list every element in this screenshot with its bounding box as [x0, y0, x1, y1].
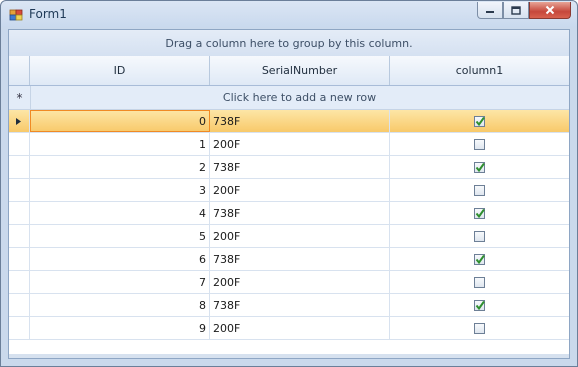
minimize-button[interactable]	[477, 2, 503, 19]
table-row[interactable]: 2 738F	[9, 156, 569, 179]
checkbox[interactable]	[474, 138, 485, 150]
cell-column1	[390, 248, 569, 270]
cell-column1	[390, 179, 569, 201]
window-title: Form1	[29, 7, 67, 21]
column-header-row: ID SerialNumber column1	[9, 56, 569, 86]
row-pointer-icon	[16, 117, 21, 125]
cell-serialnumber[interactable]: 200F	[210, 225, 390, 247]
cell-serialnumber[interactable]: 738F	[210, 294, 390, 316]
cell-id[interactable]: 6	[30, 248, 210, 270]
cell-serialnumber[interactable]: 738F	[210, 202, 390, 224]
cell-column1	[390, 225, 569, 247]
cell-serialnumber[interactable]: 200F	[210, 179, 390, 201]
table-row[interactable]: 8 738F	[9, 294, 569, 317]
table-row[interactable]: 6 738F	[9, 248, 569, 271]
table-row[interactable]: 0 738F	[9, 110, 569, 133]
column-header-serialnumber[interactable]: SerialNumber	[210, 56, 390, 85]
table-row[interactable]: 7 200F	[9, 271, 569, 294]
row-indicator[interactable]	[9, 317, 30, 339]
check-icon	[475, 254, 485, 264]
table-row[interactable]: 3 200F	[9, 179, 569, 202]
cell-serialnumber[interactable]: 738F	[210, 248, 390, 270]
row-indicator[interactable]	[9, 110, 30, 132]
minimize-icon	[486, 11, 494, 13]
asterisk-icon: *	[9, 86, 31, 109]
row-indicator[interactable]	[9, 202, 30, 224]
check-icon	[475, 116, 485, 126]
cell-serialnumber[interactable]: 200F	[210, 271, 390, 293]
cell-id[interactable]: 0	[30, 110, 210, 132]
check-icon	[475, 300, 485, 310]
close-icon	[545, 5, 555, 15]
cell-column1	[390, 133, 569, 155]
cell-id[interactable]: 1	[30, 133, 210, 155]
client-area: Drag a column here to group by this colu…	[8, 29, 570, 359]
checkbox[interactable]	[474, 115, 485, 127]
cell-serialnumber[interactable]: 738F	[210, 110, 390, 132]
table-row[interactable]: 5 200F	[9, 225, 569, 248]
table-row[interactable]: 9 200F	[9, 317, 569, 340]
cell-serialnumber[interactable]: 200F	[210, 133, 390, 155]
cell-id[interactable]: 5	[30, 225, 210, 247]
cell-column1	[390, 271, 569, 293]
cell-id[interactable]: 9	[30, 317, 210, 339]
cell-id[interactable]: 4	[30, 202, 210, 224]
row-indicator[interactable]	[9, 271, 30, 293]
checkbox[interactable]	[474, 299, 485, 311]
checkbox[interactable]	[474, 161, 485, 173]
form1-window: Form1 Drag a column here to group by thi…	[0, 0, 578, 367]
row-indicator[interactable]	[9, 133, 30, 155]
row-indicator[interactable]	[9, 225, 30, 247]
column-header-id[interactable]: ID	[30, 56, 210, 85]
form-app-icon	[9, 9, 23, 21]
close-button[interactable]	[529, 2, 571, 19]
cell-id[interactable]: 2	[30, 156, 210, 178]
cell-id[interactable]: 8	[30, 294, 210, 316]
cell-id[interactable]: 7	[30, 271, 210, 293]
table-row[interactable]: 1 200F	[9, 133, 569, 156]
row-indicator[interactable]	[9, 248, 30, 270]
group-by-panel[interactable]: Drag a column here to group by this colu…	[9, 30, 569, 57]
data-grid[interactable]: Drag a column here to group by this colu…	[9, 30, 569, 358]
checkbox[interactable]	[474, 322, 485, 334]
cell-column1	[390, 110, 569, 132]
row-indicator[interactable]	[9, 156, 30, 178]
grid-bottom-edge	[9, 354, 569, 358]
checkbox[interactable]	[474, 184, 485, 196]
new-row[interactable]: * Click here to add a new row	[9, 86, 569, 110]
maximize-button[interactable]	[503, 2, 529, 19]
cell-id[interactable]: 3	[30, 179, 210, 201]
checkbox[interactable]	[474, 276, 485, 288]
check-icon	[475, 162, 485, 172]
row-indicator[interactable]	[9, 179, 30, 201]
checkbox[interactable]	[474, 230, 485, 242]
cell-serialnumber[interactable]: 200F	[210, 317, 390, 339]
new-row-text: Click here to add a new row	[222, 91, 377, 104]
table-row[interactable]: 4 738F	[9, 202, 569, 225]
title-bar[interactable]: Form1	[1, 1, 577, 29]
cell-column1	[390, 294, 569, 316]
cell-column1	[390, 156, 569, 178]
cell-serialnumber[interactable]: 738F	[210, 156, 390, 178]
header-corner[interactable]	[9, 56, 30, 85]
check-icon	[475, 208, 485, 218]
checkbox[interactable]	[474, 253, 485, 265]
group-panel-text: Drag a column here to group by this colu…	[165, 36, 413, 50]
checkbox[interactable]	[474, 207, 485, 219]
maximize-icon	[511, 5, 521, 15]
row-indicator[interactable]	[9, 294, 30, 316]
cell-column1	[390, 202, 569, 224]
grid-rows: 0 738F 1 200F 2 738F 3 200F 4 738F 5 200F 6 738F 7 200F…	[9, 110, 569, 340]
cell-column1	[390, 317, 569, 339]
column-header-column1[interactable]: column1	[390, 56, 569, 85]
